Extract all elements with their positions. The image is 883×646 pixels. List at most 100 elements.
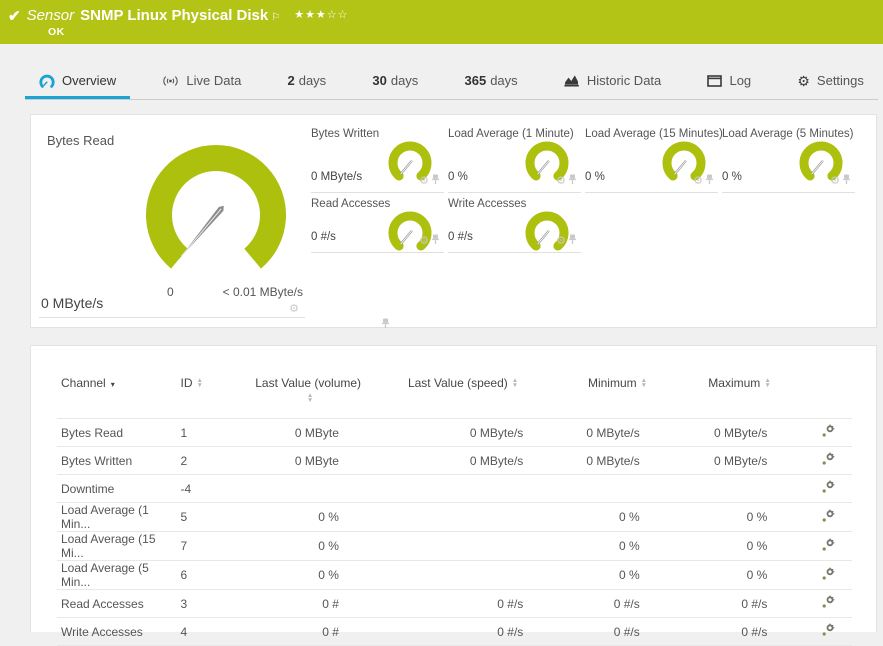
cell-minimum: 0 #/s	[613, 596, 640, 611]
primary-gauge-cell: Bytes Read 0 < 0.01 MByte/s 0 MByte/s ⚙	[39, 125, 390, 328]
cell-last-volume	[249, 475, 366, 503]
tab-label: Settings	[816, 73, 864, 88]
gauge-value: 0 %	[585, 171, 605, 183]
column-header-channel[interactable]: Channel ▾	[57, 362, 177, 419]
tab-live-data[interactable]: Live Data	[148, 62, 255, 99]
cell-channel: Downtime	[61, 481, 115, 496]
cell-minimum	[559, 475, 675, 503]
primary-gauge-title: Bytes Read	[47, 133, 115, 148]
gauge-cell-load-average-15-minutes: Load Average (15 Minutes) 0 % ⚙	[585, 125, 723, 193]
cell-last-speed: 0 MByte/s	[469, 453, 524, 468]
channel-settings-wrench-icon[interactable]	[821, 595, 835, 612]
gauges-panel: Bytes Read 0 < 0.01 MByte/s 0 MByte/s ⚙ …	[30, 114, 877, 328]
table-row: Load Average (5 Min... 6 0 % 0 % 0 %	[57, 560, 852, 590]
tab-365-days[interactable]: 365 days	[451, 62, 532, 99]
cell-last-speed	[367, 561, 559, 590]
cell-last-speed: 0 #/s	[497, 596, 524, 611]
channel-settings-wrench-icon[interactable]	[821, 509, 835, 526]
log-icon	[707, 74, 723, 87]
channel-settings-wrench-icon[interactable]	[821, 424, 835, 441]
pin-icon[interactable]	[568, 172, 577, 190]
cell-channel: Load Average (15 Mi...	[61, 532, 156, 560]
gauge-needle	[178, 205, 224, 260]
gear-icon[interactable]: ⚙	[289, 304, 299, 315]
table-row: Downtime -4	[57, 474, 852, 503]
cell-maximum: 0 %	[746, 539, 768, 553]
sort-icon: ▲ ▼	[511, 377, 519, 389]
pin-icon[interactable]	[431, 232, 440, 250]
tab-30-days[interactable]: 30 days	[358, 62, 432, 99]
sensor-header: ✔ Sensor SNMP Linux Physical Disk ⚐ ★★★☆…	[0, 0, 883, 44]
table-row: Load Average (15 Mi... 7 0 % 0 % 0 %	[57, 531, 852, 561]
tab-label: Log	[729, 73, 752, 88]
priority-stars[interactable]: ★★★☆☆	[294, 8, 348, 21]
gauge-title: Write Accesses	[448, 198, 527, 210]
tab-log[interactable]: Log	[693, 62, 765, 99]
tab-number: 2	[287, 73, 295, 88]
settings-icon: ⚙	[797, 72, 810, 89]
sort-icon: ▲ ▼	[640, 377, 648, 389]
channels-table: Channel ▾ ID ▲ ▼ Last Value (volume)▲ ▼ Last Va…	[57, 362, 852, 646]
gauge-scale-max: < 0.01 MByte/s	[222, 285, 303, 299]
tab-label: Historic Data	[586, 73, 662, 88]
column-header-last-value-speed[interactable]: Last Value (speed) ▲ ▼	[367, 362, 559, 419]
table-row: Bytes Written 2 0 MByte 0 MByte/s 0 MByte/s 0…	[57, 446, 852, 475]
pin-icon[interactable]	[705, 172, 714, 190]
cell-channel: Bytes Written	[61, 453, 133, 468]
gear-icon[interactable]: ⚙	[830, 175, 840, 187]
pin-icon[interactable]	[381, 318, 390, 329]
table-row: Bytes Read 1 0 MByte 0 MByte/s 0 MByte/s 0 MB…	[57, 418, 852, 447]
cell-minimum: 0 %	[619, 510, 640, 524]
cell-channel: Read Accesses	[61, 596, 144, 611]
tab-2-days[interactable]: 2 days	[273, 62, 340, 99]
gauge-value: 0 #/s	[311, 231, 336, 243]
tab-settings[interactable]: ⚙ Settings	[783, 62, 878, 99]
gear-icon[interactable]: ⚙	[556, 235, 566, 247]
gauge-cell-load-average-5-minutes: Load Average (5 Minutes) 0 % ⚙	[722, 125, 855, 193]
pin-icon[interactable]	[568, 232, 577, 250]
gauge-cell-bytes-written: Bytes Written 0 MByte/s ⚙	[311, 125, 444, 193]
tab-overview[interactable]: Overview	[25, 62, 131, 99]
column-header-minimum[interactable]: Minimum ▲ ▼	[559, 362, 675, 419]
gauge-scale-min: 0	[167, 285, 174, 299]
column-header-last-value-volume[interactable]: Last Value (volume) ▲ ▼	[249, 362, 366, 419]
tab-number: 365	[464, 73, 487, 88]
historic-icon	[564, 74, 580, 87]
status-badge: OK	[48, 26, 65, 38]
pin-icon[interactable]	[842, 172, 851, 190]
column-header-maximum[interactable]: Maximum ▲ ▼	[676, 362, 804, 419]
tab-historic-data[interactable]: Historic Data	[550, 62, 675, 99]
gauge-cell-read-accesses: Read Accesses 0 #/s ⚙	[311, 195, 444, 253]
cell-last-volume: 0 MByte	[294, 453, 339, 468]
gauge-title: Bytes Written	[311, 128, 380, 140]
cell-last-speed	[367, 503, 559, 532]
cell-channel: Load Average (1 Min...	[61, 503, 149, 531]
cell-maximum: 0 #/s	[741, 596, 768, 611]
cell-id: 5	[180, 510, 188, 524]
channel-settings-wrench-icon[interactable]	[821, 452, 835, 469]
gauge-value: 0 %	[722, 171, 742, 183]
column-label: Last Value (volume)	[255, 376, 362, 390]
cell-maximum: 0 MByte/s	[713, 453, 768, 468]
column-label: Minimum	[587, 376, 637, 390]
channels-panel: Channel ▾ ID ▲ ▼ Last Value (volume)▲ ▼ Last Va…	[30, 345, 877, 646]
primary-gauge-value: 0 MByte/s	[41, 295, 104, 311]
tab-label: days	[298, 73, 327, 88]
gear-icon[interactable]: ⚙	[419, 235, 429, 247]
channel-settings-wrench-icon[interactable]	[821, 538, 835, 555]
channel-settings-wrench-icon[interactable]	[821, 480, 835, 497]
gauge-cell-load-average-1-minute: Load Average (1 Minute) 0 % ⚙	[448, 125, 581, 193]
gear-icon[interactable]: ⚙	[419, 175, 429, 187]
cell-maximum: 0 %	[746, 568, 768, 582]
cell-maximum: 0 %	[746, 510, 768, 524]
channel-settings-wrench-icon[interactable]	[821, 567, 835, 584]
column-label: Maximum	[708, 376, 761, 390]
column-header-id[interactable]: ID ▲ ▼	[177, 362, 250, 419]
gear-icon[interactable]: ⚙	[556, 175, 566, 187]
sort-desc-icon: ▾	[110, 380, 115, 389]
pin-icon[interactable]	[431, 172, 440, 190]
cell-last-speed: 0 MByte/s	[469, 425, 524, 440]
cell-last-volume: 0 #	[322, 596, 339, 611]
gear-icon[interactable]: ⚙	[693, 175, 703, 187]
flag-icon[interactable]: ⚐	[271, 12, 280, 23]
